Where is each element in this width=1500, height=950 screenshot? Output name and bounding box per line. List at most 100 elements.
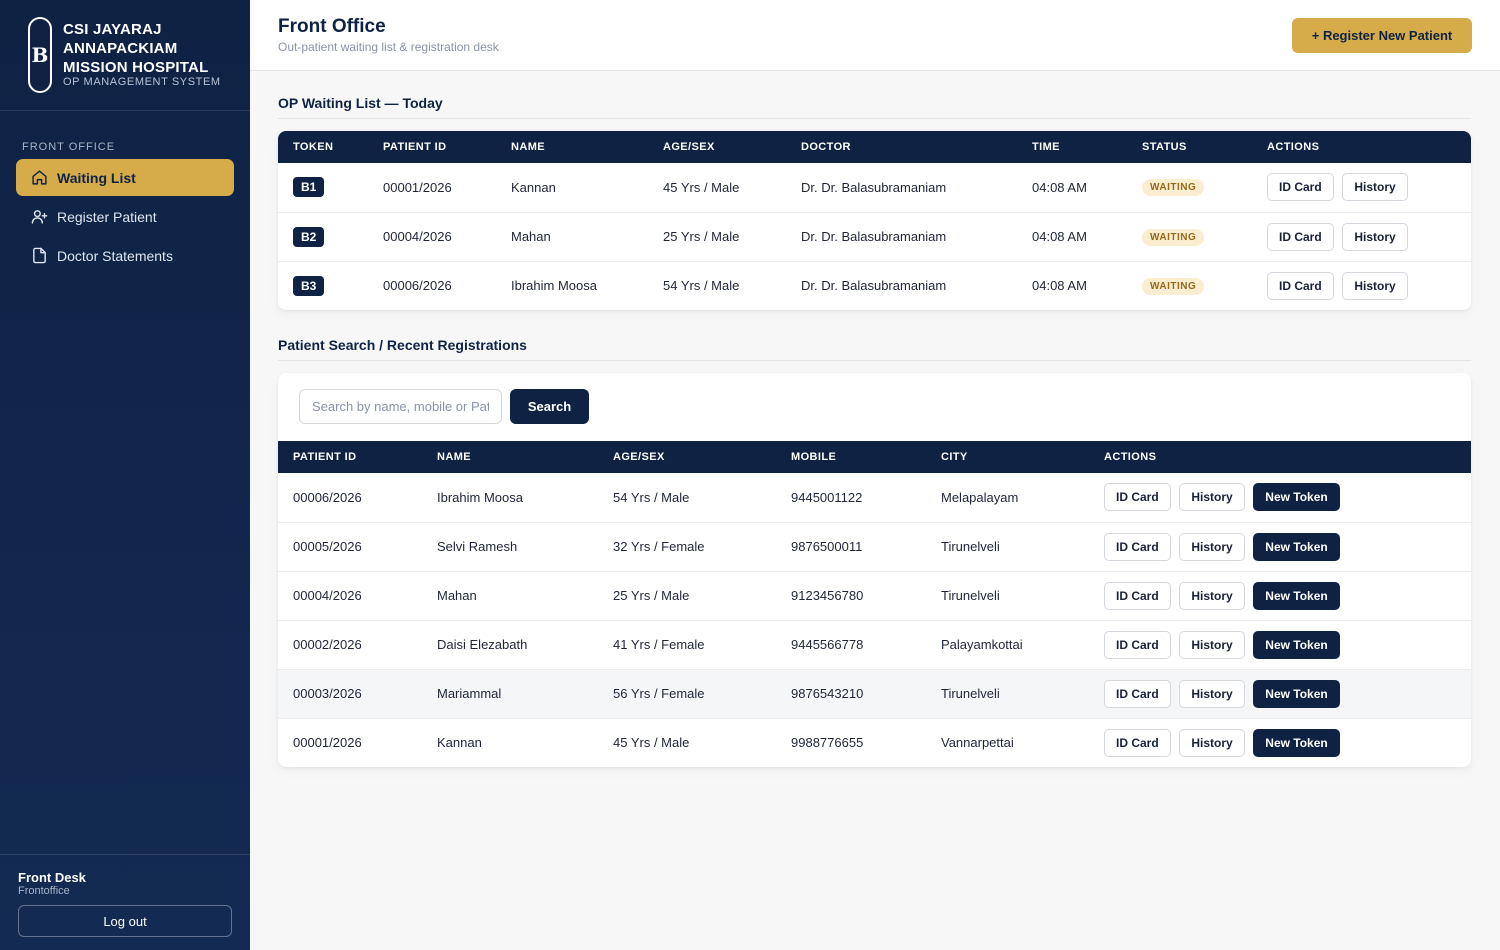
visit-time: 04:08 AM <box>1032 179 1087 195</box>
token-badge: B2 <box>293 226 325 247</box>
id-card-button[interactable]: ID Card <box>1104 728 1171 757</box>
column-header: CITY <box>941 451 968 463</box>
patient-name: Kannan <box>511 179 556 195</box>
city: Tirunelveli <box>926 570 1089 620</box>
history-button[interactable]: History <box>1179 679 1245 708</box>
patient-id: 00004/2026 <box>368 211 496 261</box>
id-card-button[interactable]: ID Card <box>1104 630 1171 659</box>
user-role: Frontoffice <box>18 885 70 897</box>
age-sex: 25 Yrs / Male <box>598 570 776 620</box>
home-icon <box>30 169 48 187</box>
history-button[interactable]: History <box>1179 630 1245 659</box>
document-icon <box>30 247 48 265</box>
column-header: STATUS <box>1142 141 1187 153</box>
table-row: 00004/2026 Mahan 25 Yrs / Male 912345678… <box>278 570 1471 620</box>
id-card-button[interactable]: ID Card <box>1104 483 1171 512</box>
patient-id: 00005/2026 <box>278 521 422 571</box>
new-token-button[interactable]: New Token <box>1253 483 1340 512</box>
age-sex: 45 Yrs / Male <box>598 717 776 767</box>
mobile: 9445001122 <box>791 489 863 505</box>
doctor-name: Dr. Dr. Balasubramaniam <box>801 179 947 195</box>
id-card-button[interactable]: ID Card <box>1104 581 1171 610</box>
column-header: MOBILE <box>791 451 837 463</box>
patient-name: Ibrahim Moosa <box>496 260 648 310</box>
new-token-button[interactable]: New Token <box>1253 728 1340 757</box>
new-token-button[interactable]: New Token <box>1253 630 1340 659</box>
patient-name: Mahan <box>496 211 648 261</box>
age-sex: 32 Yrs / Female <box>598 521 776 571</box>
patient-id: 00002/2026 <box>278 619 422 669</box>
table-row: 00003/2026 Mariammal 56 Yrs / Female 987… <box>278 668 1471 718</box>
system-subtitle: OP MANAGEMENT SYSTEM <box>63 76 221 88</box>
sidebar-item-label: Waiting List <box>57 169 136 186</box>
table-row: 00006/2026 Ibrahim Moosa 54 Yrs / Male 9… <box>278 473 1471 522</box>
column-header: DOCTOR <box>801 141 851 153</box>
column-header: TIME <box>1032 141 1060 153</box>
waiting-list-card: TOKEN PATIENT ID NAME AGE/SEX DOCTOR TIM… <box>278 131 1471 310</box>
history-button[interactable]: History <box>1179 483 1245 512</box>
age-sex: 56 Yrs / Female <box>598 668 776 718</box>
id-card-button[interactable]: ID Card <box>1104 532 1171 561</box>
history-button[interactable]: History <box>1342 222 1408 251</box>
history-button[interactable]: History <box>1179 532 1245 561</box>
table-row: 00002/2026 Daisi Elezabath 41 Yrs / Fema… <box>278 619 1471 669</box>
patient-id: 00001/2026 <box>278 717 422 767</box>
history-button[interactable]: History <box>1342 271 1408 300</box>
patient-search-card: Search PATIENT ID NAME AGE/SEX MOBILE CI… <box>278 373 1471 767</box>
sidebar: B CSI JAYARAJ ANNAPACKIAM MISSION HOSPIT… <box>0 0 250 950</box>
id-card-button[interactable]: ID Card <box>1104 679 1171 708</box>
column-header: ACTIONS <box>1267 141 1320 153</box>
visit-time: 04:08 AM <box>1017 260 1127 310</box>
logout-button[interactable]: Log out <box>18 905 232 937</box>
page-title: Front Office <box>278 16 386 37</box>
mobile: 9876500011 <box>776 521 926 571</box>
table-header-row: TOKEN PATIENT ID NAME AGE/SEX DOCTOR TIM… <box>278 131 1471 163</box>
patient-name: Ibrahim Moosa <box>437 489 523 505</box>
patient-id: 00006/2026 <box>368 260 496 310</box>
doctor-name: Dr. Dr. Balasubramaniam <box>786 260 1017 310</box>
new-token-button[interactable]: New Token <box>1253 532 1340 561</box>
table-header-row: PATIENT ID NAME AGE/SEX MOBILE CITY ACTI… <box>278 441 1471 473</box>
page-subtitle: Out-patient waiting list & registration … <box>278 40 499 54</box>
status-badge: WAITING <box>1142 179 1205 197</box>
register-new-patient-button[interactable]: + Register New Patient <box>1292 18 1472 53</box>
history-button[interactable]: History <box>1179 581 1245 610</box>
mobile: 9876543210 <box>776 668 926 718</box>
search-input[interactable] <box>299 389 502 424</box>
patient-id: 00001/2026 <box>383 179 452 195</box>
logo-letter: B <box>31 43 49 67</box>
sidebar-item-register-patient[interactable]: Register Patient <box>16 198 234 235</box>
table-row: 00005/2026 Selvi Ramesh 32 Yrs / Female … <box>278 521 1471 571</box>
city: Vannarpettai <box>926 717 1089 767</box>
sidebar-item-doctor-statements[interactable]: Doctor Statements <box>16 237 234 274</box>
age-sex: 25 Yrs / Male <box>648 211 786 261</box>
table-row: B2 00004/2026 Mahan 25 Yrs / Male Dr. Dr… <box>278 211 1471 261</box>
new-token-button[interactable]: New Token <box>1253 581 1340 610</box>
age-sex: 41 Yrs / Female <box>598 619 776 669</box>
nav-section-label: FRONT OFFICE <box>22 141 116 153</box>
id-card-button[interactable]: ID Card <box>1267 173 1334 202</box>
age-sex: 54 Yrs / Male <box>648 260 786 310</box>
column-header: AGE/SEX <box>613 451 665 463</box>
column-header: AGE/SEX <box>663 141 715 153</box>
city: Tirunelveli <box>926 668 1089 718</box>
history-button[interactable]: History <box>1179 728 1245 757</box>
patient-name: Daisi Elezabath <box>422 619 598 669</box>
token-badge: B3 <box>293 275 325 296</box>
city: Tirunelveli <box>926 521 1089 571</box>
age-sex: 45 Yrs / Male <box>663 179 740 195</box>
id-card-button[interactable]: ID Card <box>1267 271 1334 300</box>
token-badge: B1 <box>293 177 325 198</box>
new-token-button[interactable]: New Token <box>1253 679 1340 708</box>
brand-header: B CSI JAYARAJ ANNAPACKIAM MISSION HOSPIT… <box>0 0 250 111</box>
hospital-logo: B <box>28 17 52 93</box>
search-button[interactable]: Search <box>510 389 589 424</box>
column-header: ACTIONS <box>1104 451 1157 463</box>
patient-id: 00003/2026 <box>278 668 422 718</box>
history-button[interactable]: History <box>1342 173 1408 202</box>
city: Palayamkottai <box>926 619 1089 669</box>
mobile: 9988776655 <box>776 717 926 767</box>
status-badge: WAITING <box>1142 277 1205 295</box>
sidebar-item-waiting-list[interactable]: Waiting List <box>16 159 234 196</box>
id-card-button[interactable]: ID Card <box>1267 222 1334 251</box>
